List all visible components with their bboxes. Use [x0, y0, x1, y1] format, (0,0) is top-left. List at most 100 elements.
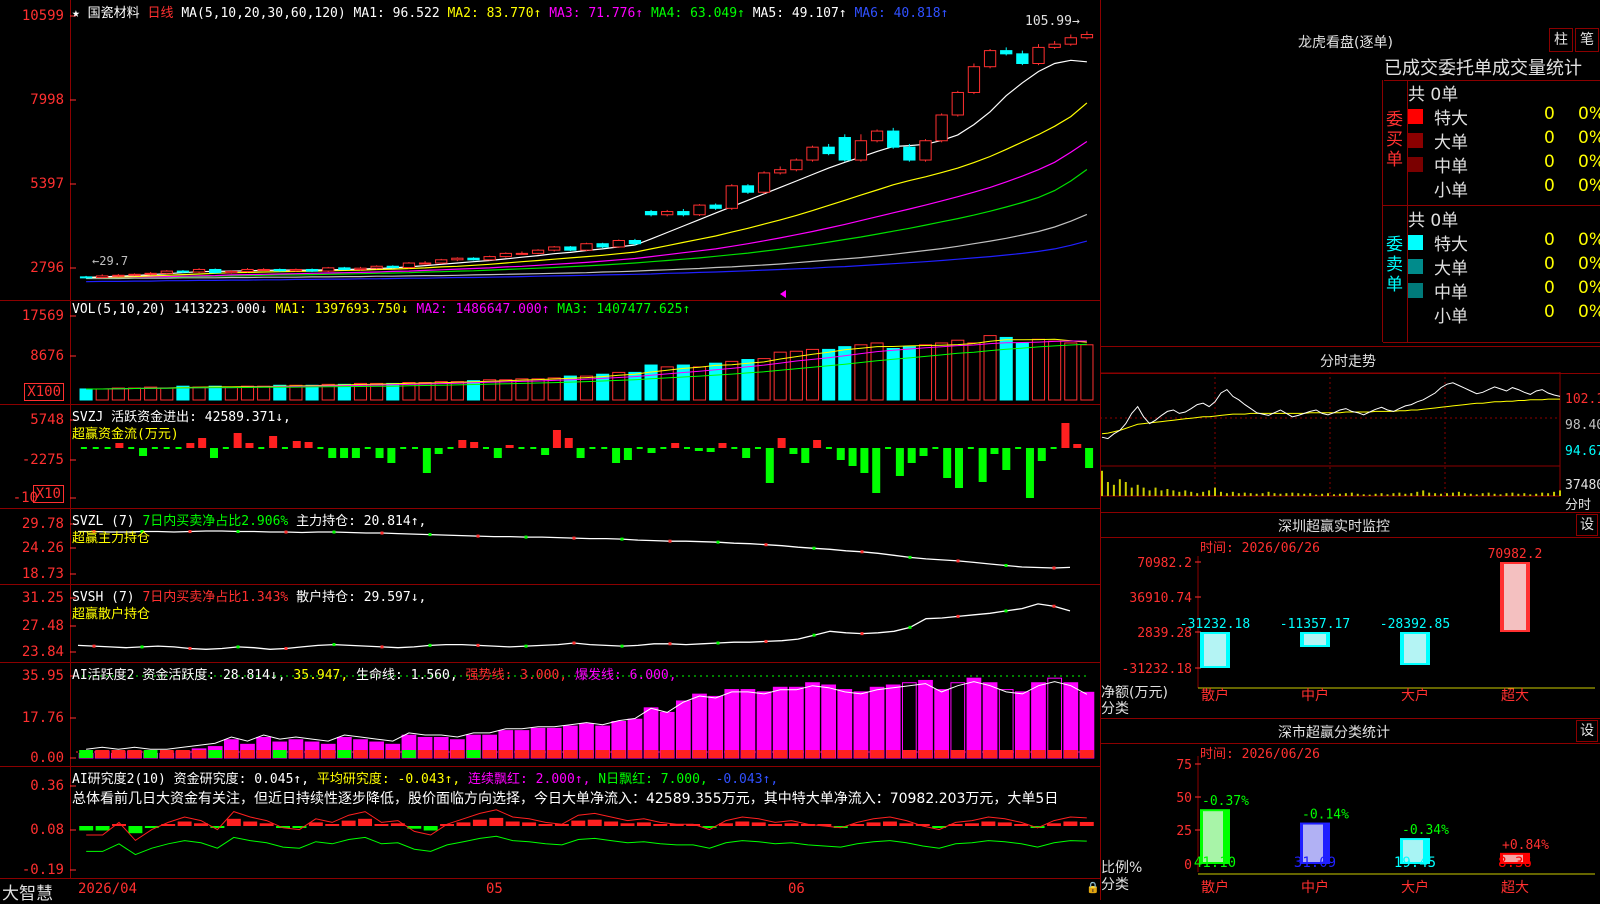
net-flow-chart[interactable]: 70982.236910.742839.28-31232.18-31232.18…	[1100, 536, 1600, 716]
candle-body	[192, 268, 206, 273]
tick-mode-button[interactable]: 笔	[1575, 28, 1599, 52]
candle-body	[564, 246, 577, 251]
category-label: 散户	[1201, 687, 1229, 704]
svzj-panel[interactable]: 5748 -2275 -10 X10 SVZJ 活跃资金进出: 42589.37…	[0, 404, 1100, 509]
ma-params: MA(5,10,20,30,60,120)	[181, 6, 346, 21]
activity-bar	[740, 689, 756, 759]
flow-bar	[387, 448, 396, 463]
candle-body	[790, 159, 803, 171]
candle-body	[499, 252, 512, 258]
lifeline-bar	[918, 750, 933, 758]
flow-bar	[292, 441, 301, 448]
period-label[interactable]: 日线	[148, 6, 174, 21]
flow-bar	[943, 448, 952, 478]
lifeline-bar	[660, 750, 675, 758]
price-panel[interactable]: 10599 7998 5397 2796 ★ 国瓷材料 日线 MA(5,10,2…	[0, 0, 1100, 301]
svsh-panel[interactable]: 31.25 27.48 23.84 SVSH (7) 7日内买卖净占比1.343…	[0, 584, 1100, 663]
lock-icon[interactable]: 🔒	[1086, 881, 1100, 894]
research-bar	[522, 822, 537, 826]
indicator-dot	[620, 537, 624, 541]
flow-bar	[151, 447, 158, 449]
flow-bar	[801, 448, 810, 463]
volume-bar	[1080, 344, 1094, 401]
order-row: 小单 0 0%	[1408, 176, 1600, 201]
intraday-unit-label: 分时	[1565, 498, 1592, 513]
lifeline-bar	[1047, 750, 1062, 758]
flow-bar	[233, 433, 242, 448]
indicator-dot	[620, 644, 624, 648]
indicator-dot	[668, 539, 672, 543]
volume-bar	[902, 346, 916, 401]
flow-bar	[209, 448, 218, 458]
order-count: 0	[1544, 254, 1555, 274]
classify-settings-button[interactable]: 设	[1576, 720, 1598, 742]
lifeline-bar	[902, 750, 917, 758]
volume-bar	[466, 380, 481, 401]
net-flow-label: -11357.17	[1280, 617, 1350, 632]
order-row: 小单 0 0%	[1408, 302, 1600, 327]
ratio-chart[interactable]: 75 50 25 0 -0.37% 41.10 散户 -0.14% 31.09 中户 -0.34% 1…	[1100, 742, 1600, 900]
activity-bar	[934, 689, 950, 759]
flow-bar	[765, 448, 774, 483]
bar-mode-button[interactable]: 柱	[1549, 28, 1573, 52]
low-price-marker: ←29.7	[92, 254, 129, 268]
indicator-dot	[764, 543, 768, 547]
volume-bar	[999, 336, 1013, 401]
kline-area[interactable]: 10599 7998 5397 2796 ★ 国瓷材料 日线 MA(5,10,2…	[0, 0, 1100, 904]
lifeline-bar	[531, 750, 545, 758]
flow-bar	[1015, 447, 1022, 449]
flow-bar	[92, 447, 99, 449]
sell-total: 共 0单	[1408, 211, 1459, 231]
candle-body	[612, 240, 625, 248]
flow-bar	[978, 448, 987, 482]
flow-bar	[222, 447, 229, 449]
lifeline-bar	[676, 750, 691, 758]
research-bar	[341, 820, 356, 826]
lifeline-bar	[482, 750, 497, 758]
candle-body	[483, 256, 496, 261]
intraday-chart[interactable]	[1100, 372, 1600, 512]
activity-bar	[853, 691, 869, 759]
indicator-dot	[476, 643, 480, 647]
indicator-dot	[668, 642, 672, 646]
color-swatch	[1408, 157, 1423, 172]
svzl-text2: 主力持仓: 20.814↑,	[296, 514, 427, 529]
research-bar	[587, 819, 602, 826]
monitor-settings-button[interactable]: 设	[1576, 514, 1598, 536]
indicator-dot	[812, 633, 816, 637]
order-count: 0	[1544, 230, 1555, 250]
air-info-line: AI研究度2(10) 资金研究度: 0.045↑, 平均研究度: -0.043↑…	[72, 768, 778, 787]
ai-research-panel[interactable]: 0.36 0.08 -0.19 AI研究度2(10) 资金研究度: 0.045↑…	[0, 766, 1100, 879]
flow-bar	[80, 447, 87, 449]
candle-body	[96, 275, 109, 279]
research-bar	[358, 818, 373, 826]
candle-body	[580, 243, 593, 251]
activity-bar	[901, 682, 917, 759]
candle-body	[548, 246, 561, 251]
candle-body	[822, 146, 835, 155]
stock-name[interactable]: 国瓷材料	[88, 6, 140, 21]
lifeline-bar	[159, 750, 174, 758]
flow-bar	[470, 442, 479, 448]
flow-bar	[198, 438, 207, 448]
order-pct: 0%	[1578, 278, 1600, 298]
candle-body	[176, 270, 190, 273]
flow-bar	[731, 447, 738, 449]
ratio-value-label: 19.45	[1394, 855, 1436, 871]
flow-bar	[400, 447, 407, 449]
order-pct: 0%	[1578, 254, 1600, 274]
research-bar	[997, 822, 1012, 826]
svzl-text1: 7日内买卖净占比2.906%	[142, 514, 289, 529]
svzl-panel[interactable]: 29.78 24.26 18.73 SVZL (7) 7日内买卖净占比2.906…	[0, 508, 1100, 585]
indicator-dot	[908, 555, 912, 559]
volume-panel[interactable]: 17569 8676 X100 VOL(5,10,20) 1413223.000…	[0, 300, 1100, 405]
intraday-axis-label: 94.67	[1565, 444, 1600, 459]
vol-ma1: MA1: 1397693.750↓	[275, 302, 409, 317]
candle-body	[919, 140, 932, 161]
flow-bar	[552, 430, 561, 448]
indicator-dot	[764, 639, 768, 643]
candlestick-chart[interactable]	[0, 0, 1100, 300]
ai-activity-panel[interactable]: 35.95 17.76 0.00 AI活跃度2 资金活跃度: 28.814↓, …	[0, 662, 1100, 767]
monitor-axis-label: 70982.2	[1137, 556, 1192, 571]
flow-bar	[505, 445, 514, 448]
